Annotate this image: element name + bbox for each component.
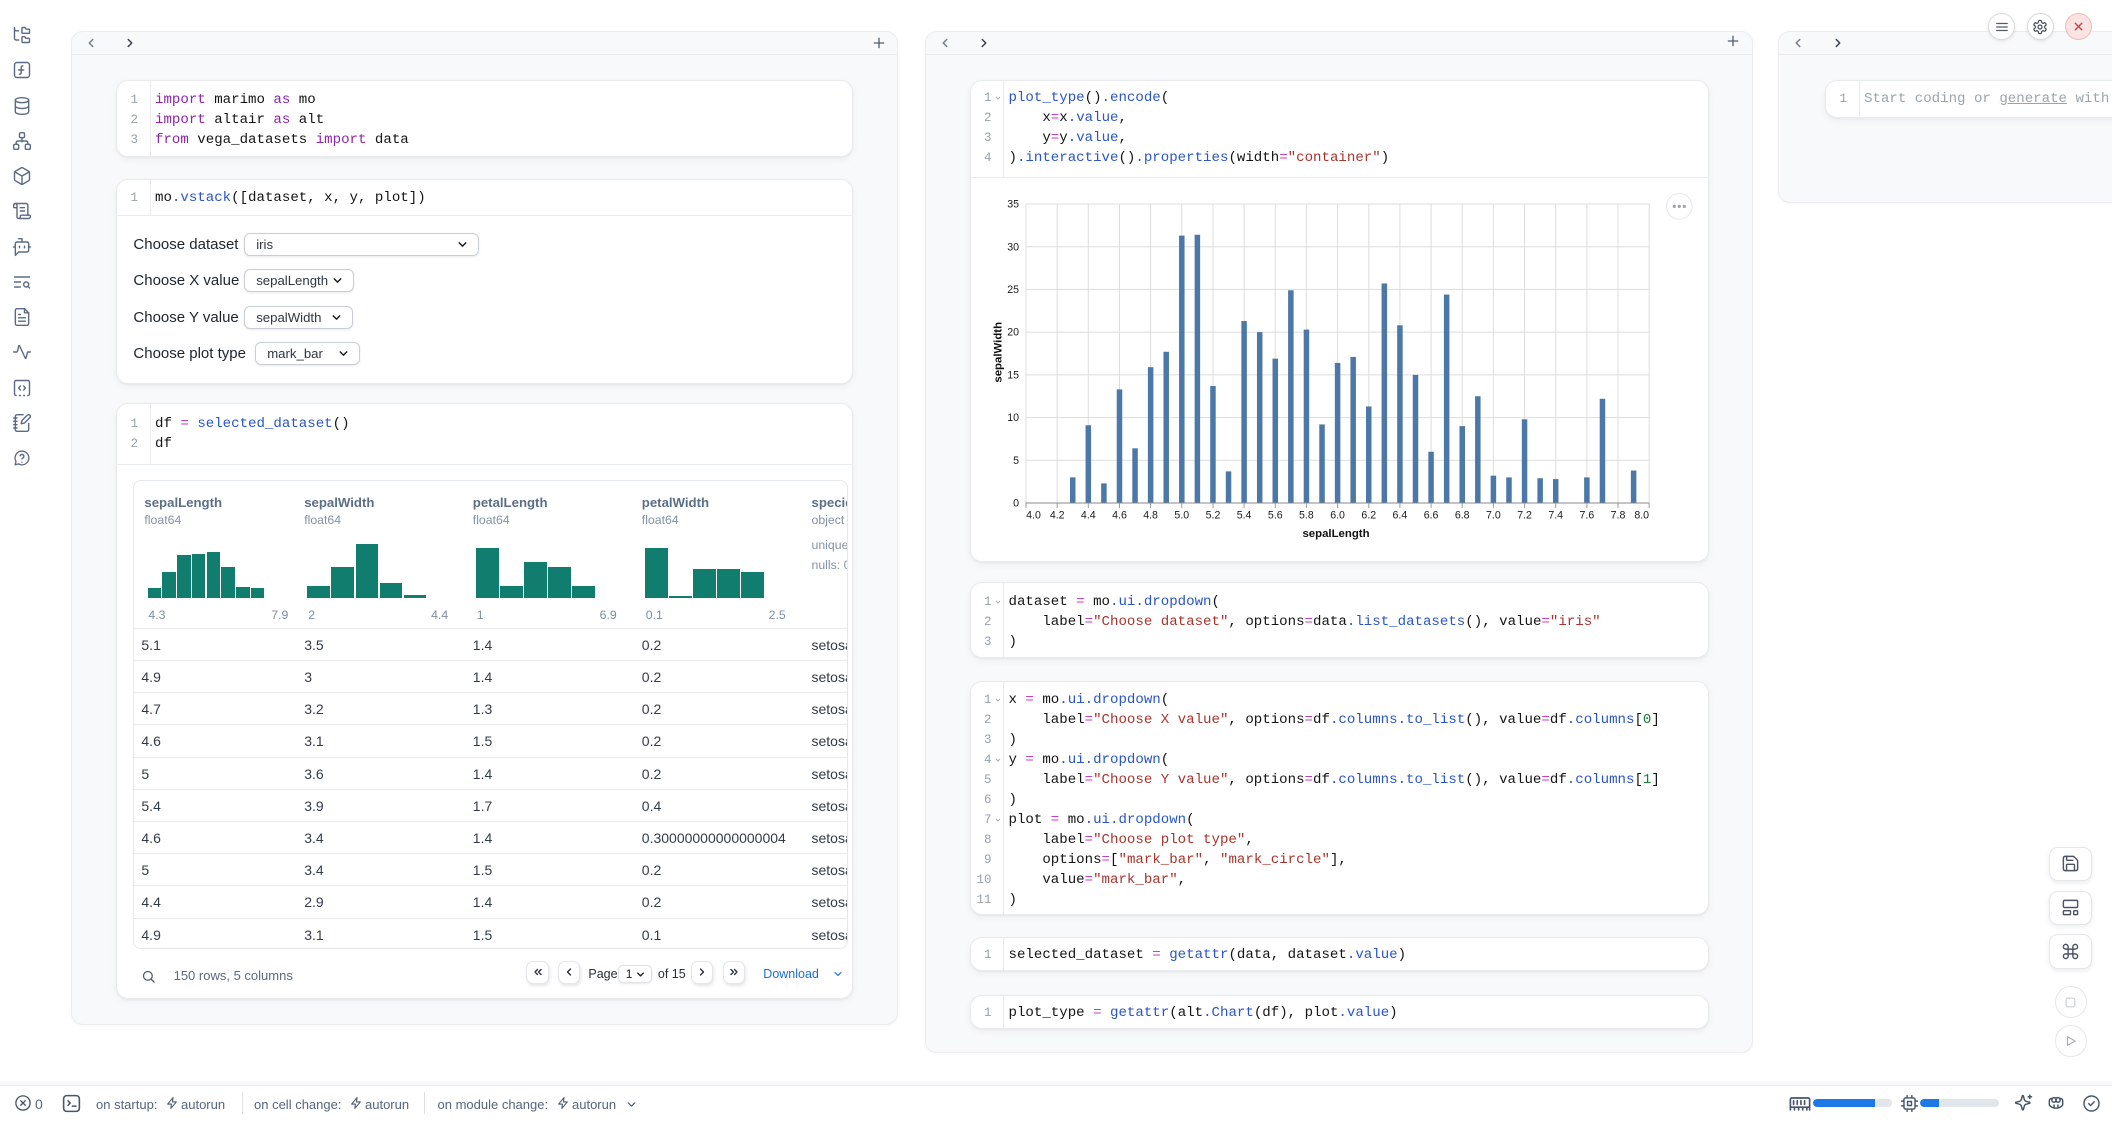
svg-text:5.2: 5.2	[1205, 509, 1220, 521]
svg-text:8.0: 8.0	[1634, 509, 1649, 521]
svg-text:7.0: 7.0	[1486, 509, 1501, 521]
svg-text:4.6: 4.6	[1112, 509, 1127, 521]
svg-text:6.0: 6.0	[1330, 509, 1345, 521]
svg-text:5.0: 5.0	[1174, 509, 1189, 521]
svg-text:sepalWidth: sepalWidth	[992, 321, 1004, 382]
svg-text:25: 25	[1007, 284, 1019, 296]
svg-text:20: 20	[1007, 326, 1019, 338]
svg-text:5.8: 5.8	[1299, 509, 1314, 521]
svg-text:5: 5	[1013, 454, 1019, 466]
svg-text:7.6: 7.6	[1579, 509, 1594, 521]
svg-text:4.2: 4.2	[1049, 509, 1064, 521]
svg-text:7.8: 7.8	[1610, 509, 1625, 521]
svg-text:6.8: 6.8	[1454, 509, 1469, 521]
svg-text:6.6: 6.6	[1423, 509, 1438, 521]
svg-text:0: 0	[1013, 497, 1019, 509]
svg-text:6.2: 6.2	[1361, 509, 1376, 521]
svg-text:7.4: 7.4	[1548, 509, 1563, 521]
svg-text:4.8: 4.8	[1143, 509, 1158, 521]
svg-text:35: 35	[1007, 198, 1019, 210]
svg-text:10: 10	[1007, 412, 1019, 424]
svg-text:4.4: 4.4	[1080, 509, 1095, 521]
svg-text:5.4: 5.4	[1236, 509, 1251, 521]
svg-text:6.4: 6.4	[1392, 509, 1407, 521]
svg-text:7.2: 7.2	[1517, 509, 1532, 521]
svg-text:5.6: 5.6	[1267, 509, 1282, 521]
svg-text:sepalLength: sepalLength	[1302, 528, 1369, 540]
svg-text:30: 30	[1007, 241, 1019, 253]
svg-text:15: 15	[1007, 369, 1019, 381]
svg-text:4.0: 4.0	[1026, 509, 1041, 521]
